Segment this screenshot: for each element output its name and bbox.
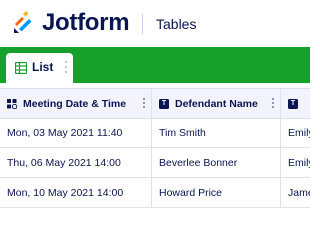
tab-list-label: List xyxy=(32,60,54,74)
column-header-meeting-date[interactable]: Meeting Date & Time xyxy=(0,89,152,118)
tab-bar: List xyxy=(0,47,310,83)
table-cell[interactable]: Mon, 10 May 2021 14:00 xyxy=(0,178,152,207)
table-cell[interactable]: Beverlee Bonner xyxy=(152,148,281,177)
table-cell[interactable]: Tim Smith xyxy=(152,118,281,147)
tab-options-icon[interactable] xyxy=(64,61,68,75)
column-header-label: Defendant Name xyxy=(175,97,258,110)
table-cell[interactable]: Howard Price xyxy=(152,178,281,207)
column-header-3[interactable]: T xyxy=(281,89,310,118)
table-row[interactable]: Mon, 03 May 2021 11:40 Tim Smith Emily xyxy=(0,118,310,148)
text-field-icon: T xyxy=(288,98,298,109)
column-menu-icon[interactable] xyxy=(142,98,146,110)
column-menu-icon[interactable] xyxy=(271,98,275,110)
jotform-logo-icon[interactable] xyxy=(13,10,35,34)
header-divider xyxy=(142,14,143,34)
app-header: Jotform Tables xyxy=(0,0,310,47)
table-cell[interactable]: Mon, 03 May 2021 11:40 xyxy=(0,118,152,147)
table-row[interactable]: Mon, 10 May 2021 14:00 Howard Price Jame… xyxy=(0,178,310,208)
product-name: Tables xyxy=(156,16,197,32)
table-cell[interactable]: Emily xyxy=(281,118,310,147)
tab-list[interactable]: List xyxy=(6,53,73,83)
table-cell[interactable]: Emily xyxy=(281,148,310,177)
table-header-row: Meeting Date & Time T Defendant Name T xyxy=(0,88,310,119)
table-cell[interactable]: James xyxy=(281,178,310,207)
table-row[interactable]: Thu, 06 May 2021 14:00 Beverlee Bonner E… xyxy=(0,148,310,178)
date-time-icon xyxy=(7,98,17,109)
table-cell[interactable]: Thu, 06 May 2021 14:00 xyxy=(0,148,152,177)
column-header-label: Meeting Date & Time xyxy=(23,97,127,110)
brand-name[interactable]: Jotform xyxy=(42,9,130,37)
text-field-icon: T xyxy=(159,98,169,109)
column-header-defendant-name[interactable]: T Defendant Name xyxy=(152,89,281,118)
grid-table-icon xyxy=(15,62,27,74)
